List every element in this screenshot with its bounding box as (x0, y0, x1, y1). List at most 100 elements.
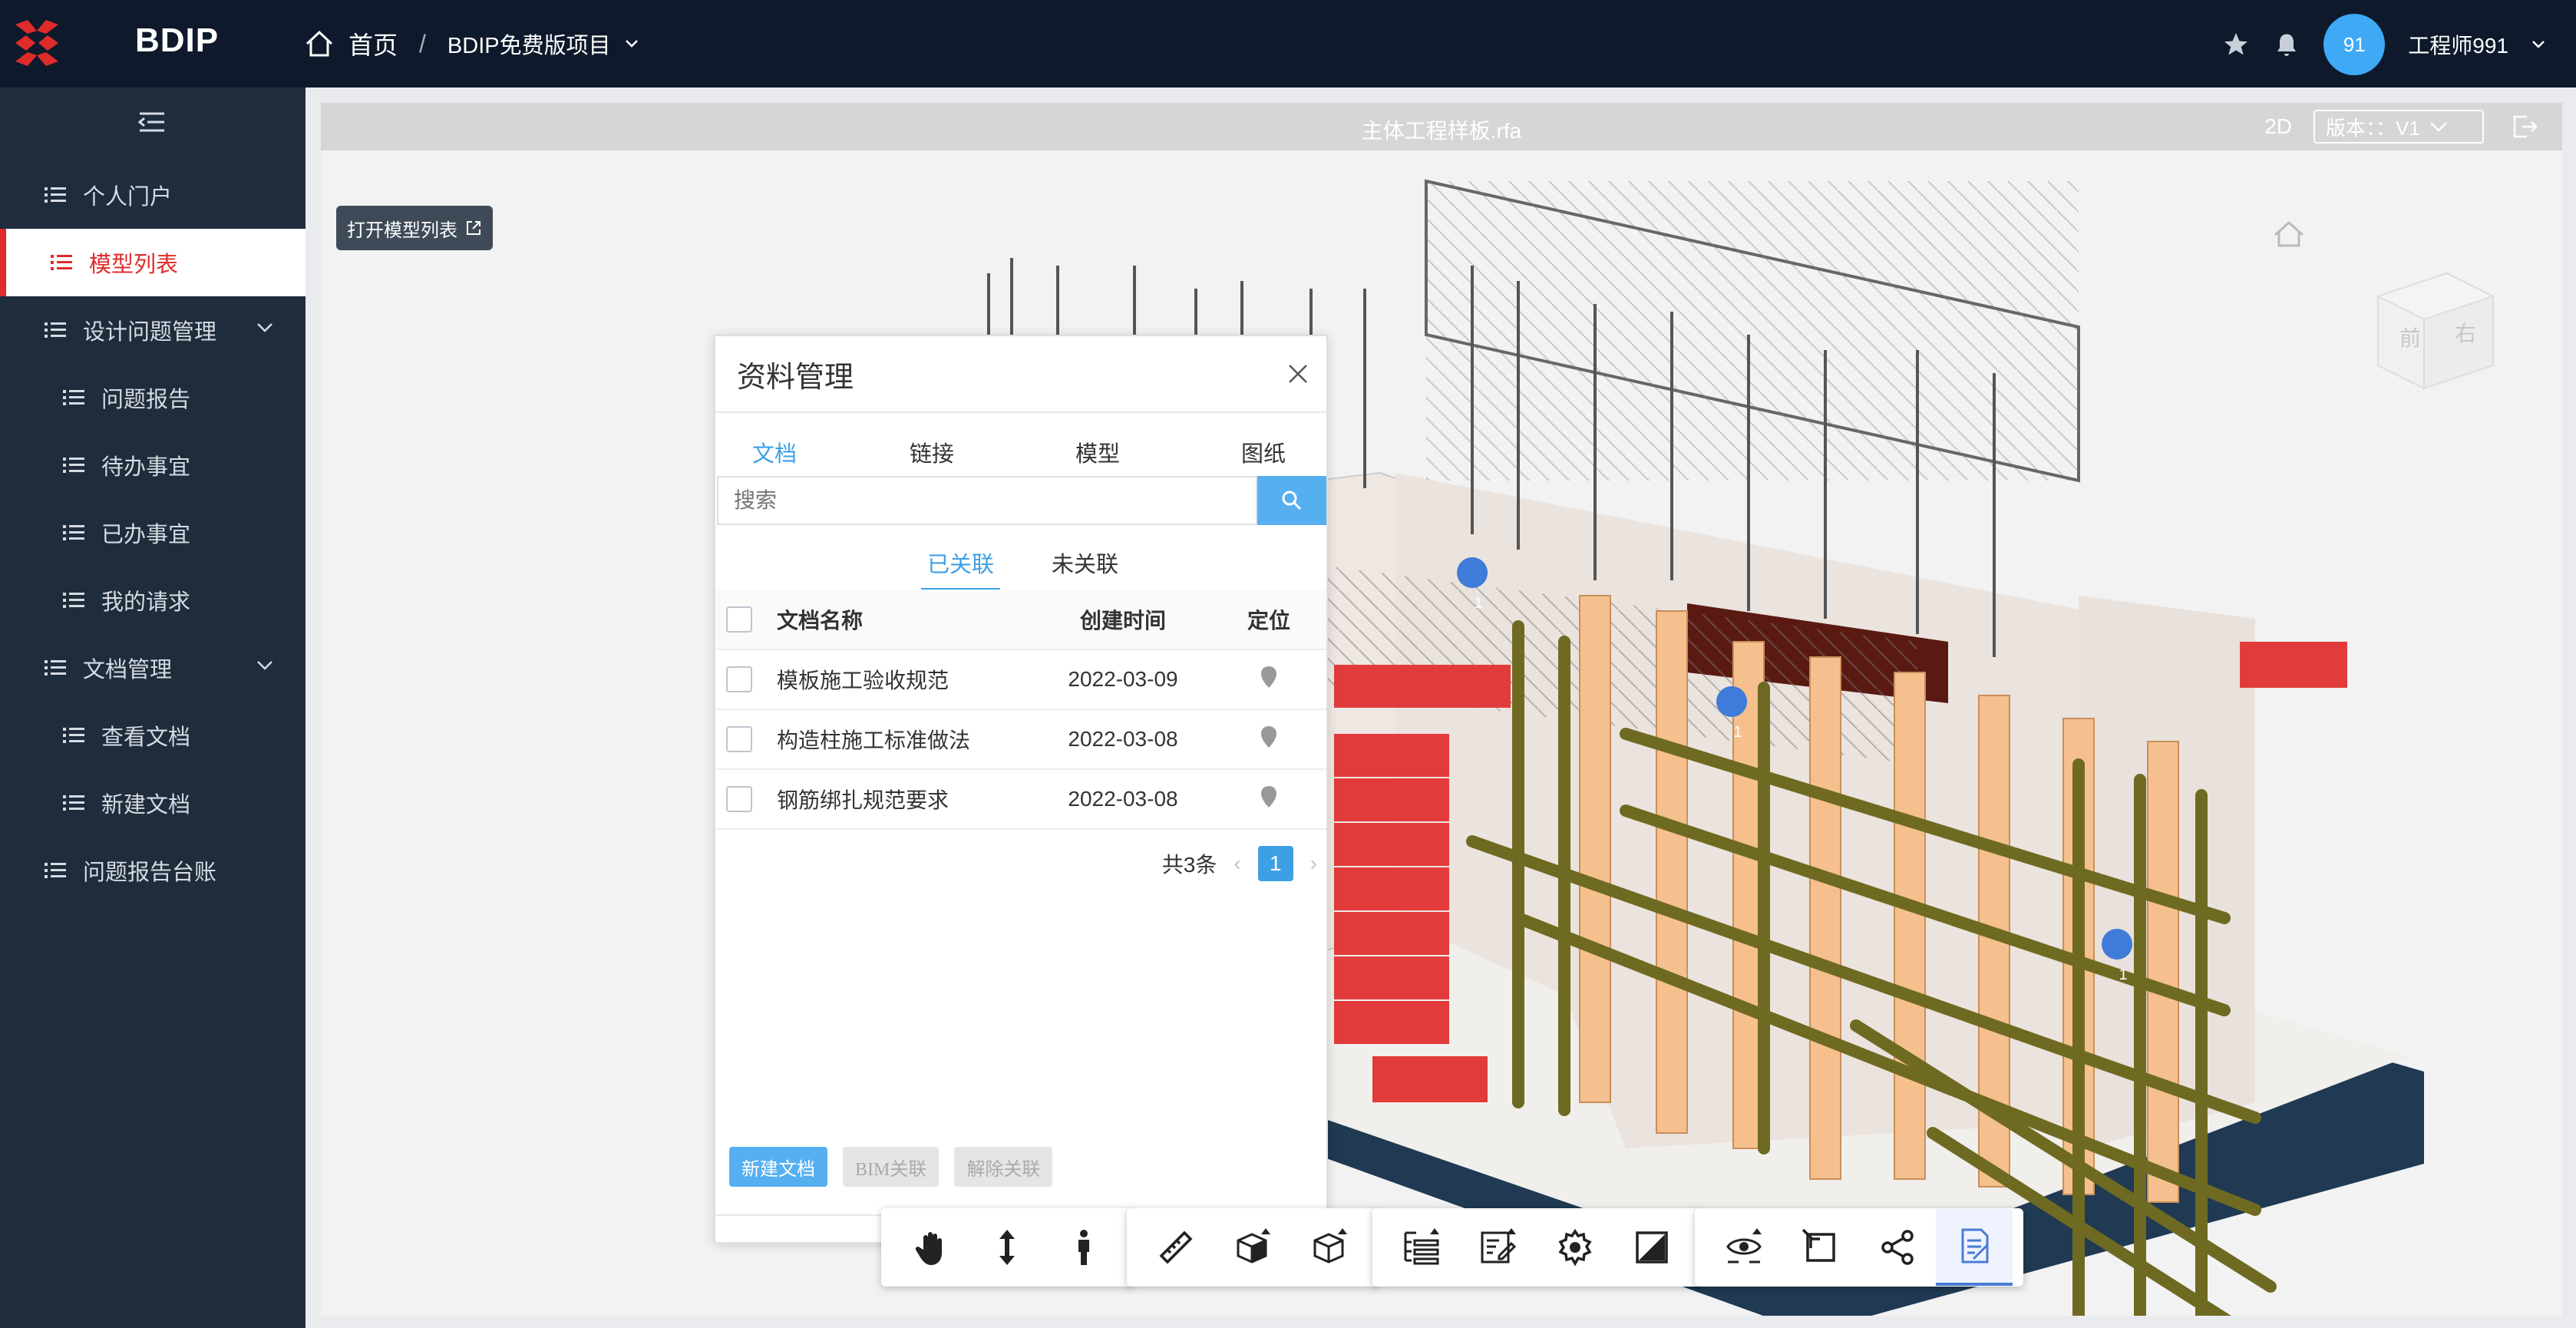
view-2d-toggle[interactable]: 2D (2264, 114, 2292, 139)
cube-front-label: 前 (2399, 325, 2421, 351)
elevation-tool-button[interactable] (969, 1209, 1045, 1286)
search-bar (717, 476, 1326, 525)
select-all-checkbox[interactable] (726, 606, 752, 633)
table-row[interactable]: 钢筋绑扎规范要求 2022-03-08 (715, 769, 1326, 830)
documents-table: 文档名称 创建时间 定位 模板施工验收规范 2022-03-09 构造柱施工标准… (715, 590, 1326, 830)
visibility-button[interactable] (1706, 1209, 1782, 1286)
row-checkbox[interactable] (726, 726, 752, 753)
table-row[interactable]: 模板施工验收规范 2022-03-09 (715, 649, 1326, 710)
unlink-button[interactable]: 解除关联 (954, 1147, 1053, 1187)
model-title: 主体工程样板.rfa (1361, 119, 1522, 143)
bdip-logo-icon[interactable] (12, 17, 61, 69)
column-locate: 定位 (1211, 590, 1326, 650)
chevron-down-icon[interactable] (2531, 40, 2545, 49)
sidebar-item-todo[interactable]: 待办事宜 (0, 431, 305, 499)
sidebar-item-my-requests[interactable]: 我的请求 (0, 567, 305, 634)
top-right-tools: 91 工程师991 (2222, 14, 2545, 75)
doc-name[interactable]: 钢筋绑扎规范要求 (777, 769, 1035, 830)
sidebar-item-label: 问题报告台账 (83, 861, 217, 885)
section-box-button[interactable] (1214, 1209, 1291, 1286)
brand-name: BDIP (135, 21, 220, 59)
row-checkbox[interactable] (726, 666, 752, 693)
sidebar-item-design-issues[interactable]: 设计问题管理 (0, 296, 305, 364)
edit-list-icon (1481, 1228, 1517, 1264)
close-icon[interactable] (1286, 362, 1309, 385)
column-name: 文档名称 (777, 590, 1035, 650)
pan-tool-button[interactable] (892, 1209, 969, 1286)
doc-name[interactable]: 构造柱施工标准做法 (777, 709, 1035, 770)
fit-view-button[interactable] (1782, 1209, 1859, 1286)
sidebar-item-doc-management[interactable]: 文档管理 (0, 634, 305, 702)
exit-icon[interactable] (2512, 114, 2538, 140)
search-button[interactable] (1257, 476, 1326, 525)
sidebar-item-model-list[interactable]: 模型列表 (0, 229, 305, 296)
fullscreen-button[interactable] (1613, 1209, 1690, 1286)
user-name[interactable]: 工程师991 (2408, 29, 2508, 60)
location-pin-icon[interactable] (1260, 785, 1278, 809)
chevron-down-icon[interactable] (625, 39, 639, 48)
sidebar-item-new-doc[interactable]: 新建文档 (0, 769, 305, 837)
bim-link-button[interactable]: BIM关联 (843, 1147, 940, 1187)
pagination: 共3条 ‹ 1 › (1162, 846, 1317, 881)
new-document-button[interactable]: 新建文档 (729, 1147, 827, 1187)
sidebar-item-view-docs[interactable]: 查看文档 (0, 702, 305, 769)
location-pin-icon[interactable] (1260, 665, 1278, 689)
list-icon (45, 187, 66, 203)
list-icon (45, 322, 66, 338)
sidebar-item-issue-ledger[interactable]: 问题报告台账 (0, 837, 305, 904)
document-link-icon (1961, 1228, 1989, 1264)
view-cube[interactable]: 前 右 (2376, 272, 2495, 390)
model-viewer[interactable]: 主体工程样板.rfa 2D 版本：：V1 1 1 1 前 右 打开模型列表 资料… (321, 103, 2562, 1316)
measure-tool-button[interactable] (1138, 1209, 1214, 1286)
next-page-icon[interactable]: › (1310, 851, 1317, 876)
sidebar-item-label: 查看文档 (101, 725, 191, 750)
properties-button[interactable] (1460, 1209, 1537, 1286)
sidebar-item-done[interactable]: 已办事宜 (0, 499, 305, 567)
sidebar-item-label: 文档管理 (83, 658, 173, 682)
sidebar-item-label: 模型列表 (89, 253, 179, 277)
open-model-list-button[interactable]: 打开模型列表 (336, 206, 493, 250)
sidebar-item-issue-report[interactable]: 问题报告 (0, 364, 305, 431)
tab-unlinked[interactable]: 未关联 (1052, 547, 1118, 591)
list-icon (63, 728, 84, 743)
table-row[interactable]: 构造柱施工标准做法 2022-03-08 (715, 709, 1326, 770)
list-icon (45, 863, 66, 878)
sidebar: 个人门户 模型列表 设计问题管理 问题报告 待办事宜 已办事宜 我的请求 文档管… (0, 88, 305, 1328)
page-number[interactable]: 1 (1257, 846, 1293, 881)
row-checkbox[interactable] (726, 786, 752, 813)
location-pin-icon[interactable] (1260, 725, 1278, 749)
walk-tool-button[interactable] (1045, 1209, 1122, 1286)
marker-label: 1 (1474, 595, 1482, 612)
vertical-arrows-icon (999, 1230, 1015, 1265)
star-icon[interactable] (2222, 31, 2250, 58)
view-home-icon[interactable] (2274, 220, 2304, 247)
breadcrumb-home[interactable]: 首页 (348, 26, 398, 61)
section-plane-button[interactable] (1291, 1209, 1368, 1286)
bell-icon[interactable] (2273, 31, 2300, 58)
search-input[interactable] (717, 476, 1257, 525)
breadcrumb-project[interactable]: BDIP免费版项目 (447, 28, 611, 60)
doc-name[interactable]: 模板施工验收规范 (777, 649, 1035, 710)
sidebar-item-label: 问题报告 (101, 388, 191, 412)
settings-button[interactable] (1537, 1209, 1613, 1286)
tree-structure-icon (1404, 1228, 1439, 1265)
sidebar-item-portal[interactable]: 个人门户 (0, 161, 305, 229)
sidebar-item-label: 我的请求 (101, 590, 191, 615)
list-icon (63, 525, 84, 540)
top-bar: BDIP 首页 / BDIP免费版项目 91 工程师991 (0, 0, 2576, 88)
chevron-down-icon (2429, 122, 2447, 132)
tab-linked[interactable]: 已关联 (920, 547, 1001, 591)
documents-panel-button[interactable] (1936, 1209, 2013, 1286)
prev-page-icon[interactable]: ‹ (1234, 851, 1240, 876)
avatar[interactable]: 91 (2323, 14, 2386, 75)
open-model-list-label: 打开模型列表 (347, 220, 457, 241)
sidebar-item-label: 已办事宜 (101, 523, 191, 547)
model-tree-button[interactable] (1383, 1209, 1460, 1286)
share-button[interactable] (1859, 1209, 1936, 1286)
home-icon[interactable] (304, 28, 335, 59)
collapse-menu-icon[interactable] (137, 109, 167, 135)
cube-right-label: 右 (2455, 321, 2476, 346)
sidebar-item-label: 新建文档 (101, 793, 191, 818)
bim-3d-scene[interactable]: 1 1 1 1 前 右 (321, 150, 2562, 1316)
version-select[interactable]: 版本：：V1 (2313, 110, 2484, 144)
